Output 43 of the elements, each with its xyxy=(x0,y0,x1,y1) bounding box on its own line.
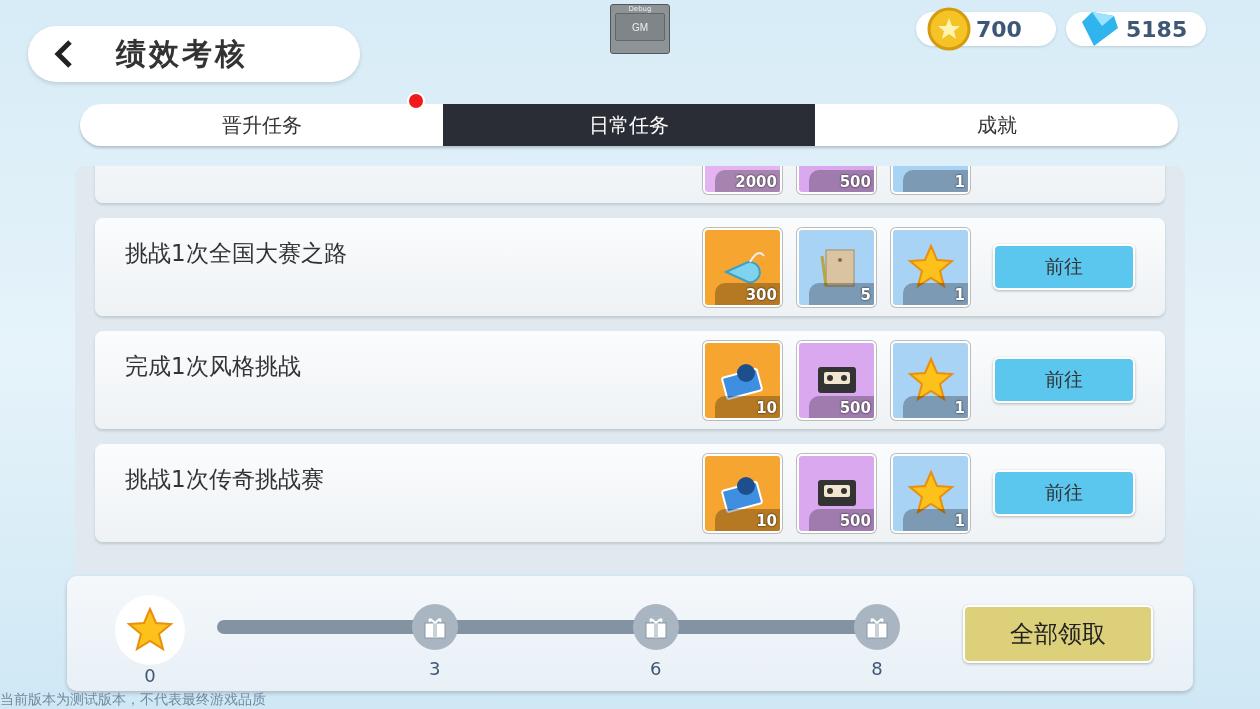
reward-tile[interactable]: 10 xyxy=(703,453,782,533)
reward-tile[interactable]: 1 xyxy=(891,340,970,420)
reward-count: 5 xyxy=(860,285,871,304)
tab[interactable]: 晋升任务 xyxy=(80,104,443,146)
task-title: 完成1次风格挑战 xyxy=(125,352,302,381)
reward-count: 2000 xyxy=(735,172,777,191)
disclaimer-text: 当前版本为测试版本，不代表最终游戏品质 xyxy=(0,691,266,709)
go-button[interactable]: 前往 xyxy=(993,470,1135,516)
currency-amount: 5185 xyxy=(1126,16,1188,42)
page-title: 绩效考核 xyxy=(116,34,248,73)
reward-count: 1 xyxy=(954,398,965,417)
milestone-label: 3 xyxy=(429,657,441,679)
reward-tile[interactable]: 5 xyxy=(797,227,876,307)
reward-tile[interactable]: 2000 xyxy=(703,166,782,194)
reward-count: 1 xyxy=(954,285,965,304)
reward-count: 1 xyxy=(954,511,965,530)
reward-tile[interactable]: 300 xyxy=(703,227,782,307)
reward-count: 500 xyxy=(839,172,871,191)
currency-amount: 700 xyxy=(976,16,1022,42)
go-button[interactable]: 前往 xyxy=(993,357,1135,403)
tab[interactable]: 成就 xyxy=(815,104,1178,146)
tab[interactable]: 日常任务 xyxy=(443,104,815,146)
reward-tile[interactable]: 1 xyxy=(891,166,970,194)
claim-all-button[interactable]: 全部领取 xyxy=(963,604,1153,663)
task-title: 挑战1次全国大赛之路 xyxy=(125,239,348,268)
reward-tile[interactable]: 1 xyxy=(891,453,970,533)
reward-tile[interactable]: 500 xyxy=(797,340,876,420)
reward-count: 10 xyxy=(756,398,777,417)
reward-count: 10 xyxy=(756,511,777,530)
reward-tile[interactable]: 500 xyxy=(797,453,876,533)
reward-tile[interactable]: 10 xyxy=(703,340,782,420)
milestone-label: 8 xyxy=(871,657,883,679)
milestone-label: 6 xyxy=(650,657,662,679)
go-button[interactable]: 前往 xyxy=(993,244,1135,290)
reward-count: 300 xyxy=(745,285,777,304)
gm-button[interactable]: GM xyxy=(615,13,665,41)
reward-count: 500 xyxy=(839,511,871,530)
reward-tile[interactable]: 500 xyxy=(797,166,876,194)
reward-count: 500 xyxy=(839,398,871,417)
task-title: 挑战1次传奇挑战赛 xyxy=(125,465,325,494)
reward-tile[interactable]: 1 xyxy=(891,227,970,307)
star-count: 0 xyxy=(144,665,156,686)
reward-count: 1 xyxy=(954,172,965,191)
